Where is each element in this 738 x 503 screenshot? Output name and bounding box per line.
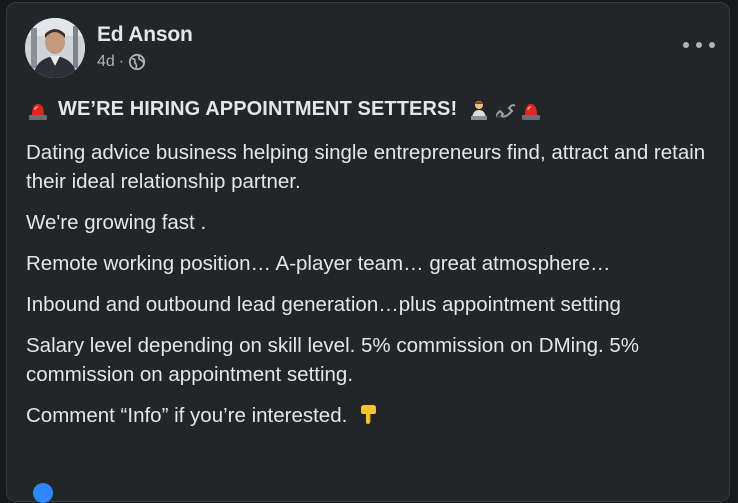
author-name[interactable]: Ed Anson — [97, 22, 193, 48]
post-header: Ed Anson 4d · — [25, 18, 193, 78]
headline-text: WE’RE HIRING APPOINTMENT SETTERS! — [58, 98, 458, 120]
post-time-row: 4d · — [97, 52, 193, 72]
siren-icon — [29, 103, 47, 120]
post-paragraph: Salary level depending on skill level. 5… — [26, 334, 640, 386]
post-paragraph: Remote working position… A-player team… … — [26, 252, 611, 275]
post-paragraph: Dating advice business helping single en… — [26, 141, 706, 193]
separator-dot: · — [118, 53, 125, 70]
post-paragraph: We're growing fast . — [26, 211, 207, 234]
globe-icon[interactable] — [128, 53, 146, 71]
more-dot — [696, 42, 702, 48]
more-dot — [709, 42, 715, 48]
office-worker-icon — [471, 100, 488, 120]
reaction-icon[interactable] — [33, 483, 53, 503]
more-dot — [683, 42, 689, 48]
post-meta: Ed Anson 4d · — [97, 18, 193, 72]
post-paragraph: Inbound and outbound lead generation…plu… — [26, 293, 621, 316]
post-headline: WE’RE HIRING APPOINTMENT SETTERS! — [26, 95, 716, 124]
post-timestamp[interactable]: 4d — [97, 52, 115, 72]
post-card: Ed Anson 4d · WE’RE HIRING APPOINTMENT S… — [6, 2, 730, 503]
phone-icon — [496, 103, 516, 118]
post-body: WE’RE HIRING APPOINTMENT SETTERS! Dating… — [26, 95, 716, 442]
pointing-down-icon — [361, 405, 376, 424]
more-options-icon[interactable] — [683, 35, 715, 55]
post-paragraph-text: Comment “Info” if you’re interested. — [26, 404, 348, 427]
siren-icon — [522, 103, 541, 120]
post-paragraph-last: Comment “Info” if you’re interested. — [26, 401, 716, 430]
avatar[interactable] — [25, 18, 85, 78]
avatar-photo — [25, 18, 85, 78]
